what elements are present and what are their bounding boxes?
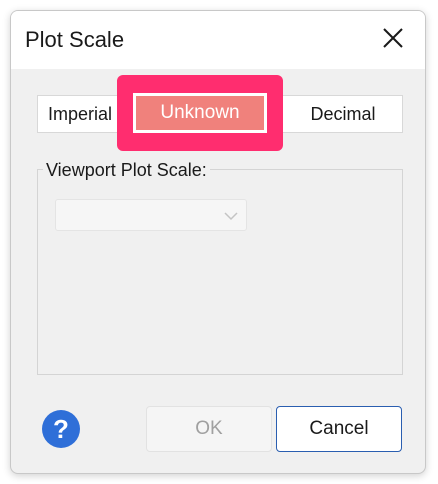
close-icon[interactable]	[381, 26, 405, 50]
viewport-plot-scale-label: Viewport Plot Scale:	[43, 160, 210, 181]
svg-text:?: ?	[53, 414, 69, 444]
dialog-title: Plot Scale	[25, 27, 125, 52]
units-option-unknown[interactable]: Unknown	[133, 93, 267, 133]
ok-button[interactable]: OK	[146, 406, 272, 452]
help-icon[interactable]: ?	[41, 409, 81, 449]
cancel-button[interactable]: Cancel	[276, 406, 402, 452]
viewport-plot-scale-dropdown[interactable]	[55, 199, 247, 231]
plot-scale-dialog: Plot Scale Imperial Decimal Unknown View…	[10, 10, 426, 474]
title-bar: Plot Scale	[11, 11, 425, 69]
units-option-decimal[interactable]: Decimal	[293, 96, 393, 132]
units-option-imperial[interactable]: Imperial	[48, 96, 118, 132]
chevron-down-icon	[224, 209, 238, 221]
